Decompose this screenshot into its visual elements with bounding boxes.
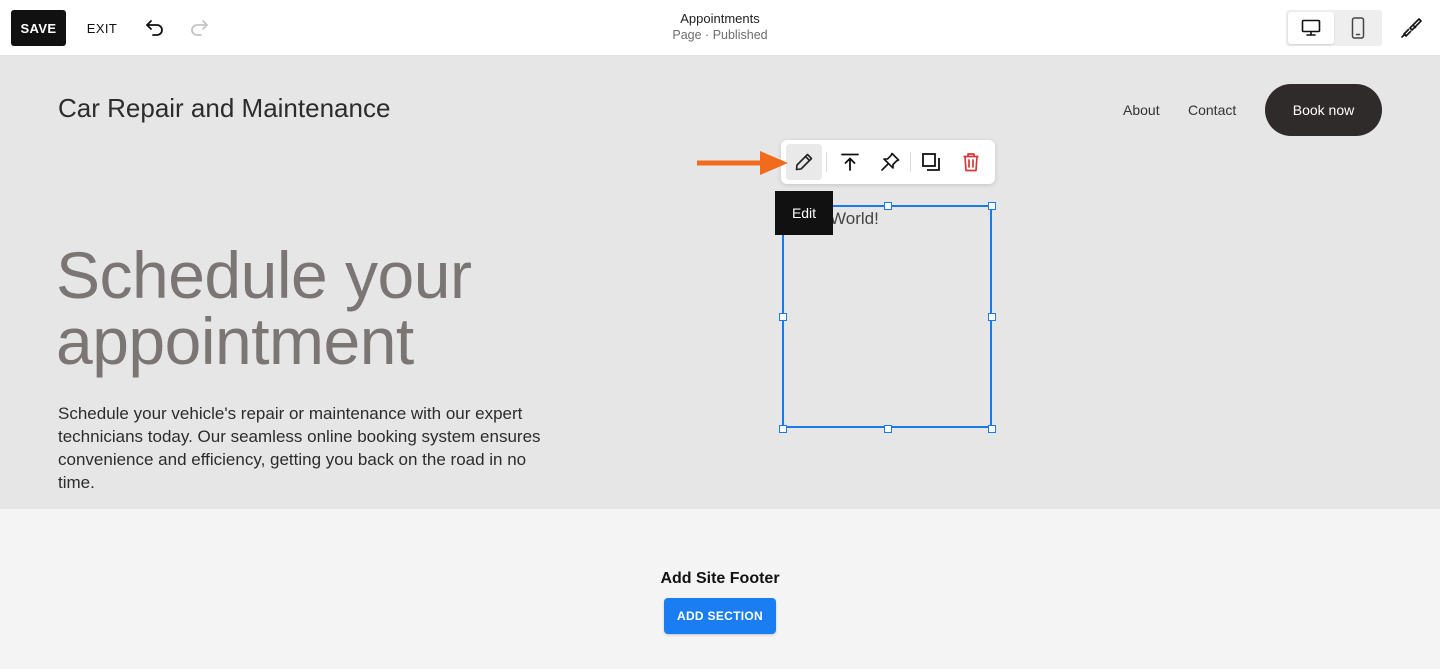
bring-to-front-icon[interactable] [832, 144, 868, 180]
footer-title: Add Site Footer [660, 570, 780, 587]
resize-handle-bottom-left[interactable] [779, 425, 787, 433]
resize-handle-bottom-right[interactable] [988, 425, 996, 433]
resize-handle-top[interactable] [884, 202, 892, 210]
hero-heading[interactable]: Schedule your appointment [56, 242, 576, 374]
resize-handle-left[interactable] [779, 313, 787, 321]
device-toggle [1286, 10, 1382, 46]
save-button[interactable]: SAVE [11, 10, 66, 46]
toolbar-divider [826, 152, 827, 172]
redo-icon[interactable] [184, 12, 214, 42]
toolbar-divider [910, 152, 911, 172]
undo-icon[interactable] [140, 12, 170, 42]
trash-icon[interactable] [953, 144, 989, 180]
site-title[interactable]: Car Repair and Maintenance [58, 93, 390, 124]
block-toolbar [781, 140, 995, 184]
orange-arrow-annotation [697, 151, 788, 175]
page-info[interactable]: Appointments Page · Published [620, 11, 820, 43]
hero-description[interactable]: Schedule your vehicle's repair or mainte… [58, 402, 558, 494]
block-text[interactable]: World! [830, 209, 879, 229]
nav-link-contact[interactable]: Contact [1188, 102, 1236, 118]
paintbrush-icon[interactable] [1396, 13, 1426, 43]
page-title: Appointments [680, 11, 760, 26]
book-now-button[interactable]: Book now [1265, 84, 1382, 136]
selected-text-block[interactable]: World! [779, 202, 996, 433]
hero-section[interactable]: Car Repair and Maintenance About Contact… [0, 56, 1440, 509]
edit-tooltip: Edit [775, 191, 833, 235]
add-section-button[interactable]: ADD SECTION [664, 598, 776, 634]
desktop-icon[interactable] [1288, 12, 1334, 44]
editor-toolbar: SAVE EXIT Appointments Page · Published [0, 0, 1440, 56]
nav-link-about[interactable]: About [1123, 102, 1160, 118]
resize-handle-right[interactable] [988, 313, 996, 321]
exit-button[interactable]: EXIT [80, 10, 124, 46]
resize-handle-top-right[interactable] [988, 202, 996, 210]
footer-placeholder: Add Site Footer ADD SECTION [0, 509, 1440, 669]
pin-icon[interactable] [872, 144, 908, 180]
duplicate-icon[interactable] [913, 144, 949, 180]
mobile-icon[interactable] [1336, 12, 1380, 44]
resize-handle-bottom[interactable] [884, 425, 892, 433]
page-status: Page · Published [672, 28, 768, 42]
